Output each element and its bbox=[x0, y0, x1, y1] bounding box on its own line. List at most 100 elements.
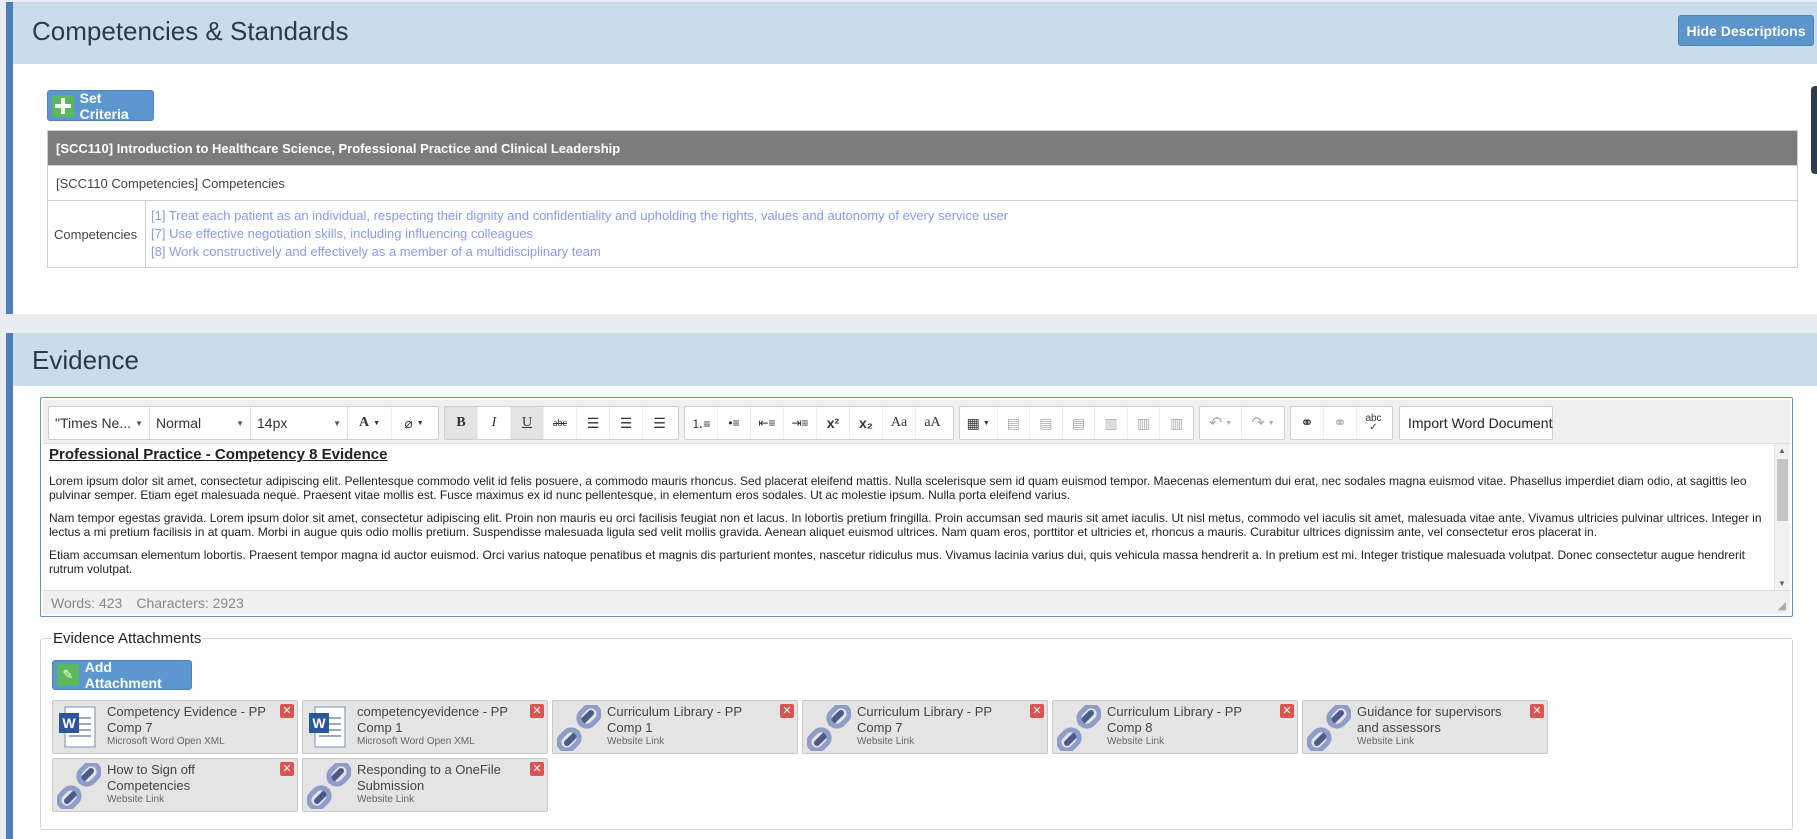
undo-icon[interactable]: ↶ ▼ bbox=[1200, 407, 1242, 439]
attachment-title: Competency Evidence - PP Comp 7 bbox=[107, 704, 266, 735]
remove-attachment-icon[interactable]: ✕ bbox=[280, 704, 294, 718]
attachment-card[interactable]: Curriculum Library - PP Comp 7 Website Li… bbox=[802, 700, 1048, 754]
import-group: Import Word Document bbox=[1399, 406, 1553, 440]
scroll-down-icon[interactable]: ▼ bbox=[1778, 579, 1786, 588]
link-chain-icon bbox=[306, 761, 352, 811]
bullet-list-icon[interactable]: •≡ bbox=[718, 407, 751, 439]
remove-attachment-icon[interactable]: ✕ bbox=[280, 762, 294, 776]
competency-table: [SCC110] Introduction to Healthcare Scie… bbox=[47, 130, 1798, 268]
side-drawer-tab[interactable] bbox=[1811, 86, 1817, 174]
outdent-icon[interactable]: ⇤≡ bbox=[751, 407, 784, 439]
scroll-up-icon[interactable]: ▲ bbox=[1778, 446, 1786, 455]
hide-descriptions-button[interactable]: Hide Descriptions bbox=[1678, 15, 1814, 46]
attachment-name: Curriculum Library - PP Comp 8 Website Li… bbox=[1107, 704, 1275, 748]
remove-attachment-icon[interactable]: ✕ bbox=[780, 704, 794, 718]
attachment-card[interactable]: W Competency Evidence - PP Comp 7 Microsof… bbox=[52, 700, 298, 754]
table-row-icon[interactable]: ▤ bbox=[998, 407, 1031, 439]
align-center-icon[interactable]: ☰ bbox=[610, 407, 643, 439]
scrollbar-thumb[interactable] bbox=[1777, 459, 1788, 521]
history-group: ↶ ▼ ↷ ▼ bbox=[1199, 406, 1285, 440]
attachment-card[interactable]: Wcompetencyevidence - PP Comp 1 Microsoft… bbox=[302, 700, 548, 754]
spellcheck-icon[interactable]: abc ✓ bbox=[1357, 407, 1390, 439]
underline-icon[interactable]: U bbox=[511, 407, 544, 439]
attachment-name: Responding to a OneFile Submission Websit… bbox=[357, 762, 525, 806]
resize-handle-icon[interactable]: ◢ bbox=[1778, 599, 1786, 612]
competencies-panel: Competencies & Standards Hide Descriptio… bbox=[6, 2, 1817, 314]
remove-attachment-icon[interactable]: ✕ bbox=[1530, 704, 1544, 718]
competency-list-row: Competencies [1] Treat each patient as a… bbox=[47, 200, 1798, 268]
table-column-icon[interactable]: ▥ bbox=[1095, 407, 1128, 439]
attachment-type: Website Link bbox=[857, 736, 915, 747]
import-word-document-button[interactable]: Import Word Document bbox=[1400, 415, 1560, 431]
lowercase-icon[interactable]: aA bbox=[916, 407, 949, 439]
format-select[interactable]: Normal ▼ bbox=[150, 407, 251, 439]
redo-icon[interactable]: ↷ ▼ bbox=[1242, 407, 1284, 439]
subscript-icon[interactable]: x₂ bbox=[850, 407, 883, 439]
word-document-icon: W bbox=[57, 705, 101, 751]
attachment-type: Website Link bbox=[1357, 736, 1415, 747]
table-row-icon[interactable]: ▤ bbox=[1030, 407, 1063, 439]
table-column-icon[interactable]: ▥ bbox=[1128, 407, 1161, 439]
add-attachment-label: Add Attachment bbox=[84, 659, 162, 691]
evidence-heading: Professional Practice - Competency 8 Evi… bbox=[49, 446, 388, 463]
font-size-select[interactable]: 14px ▼ bbox=[251, 407, 348, 439]
unit-header-row: [SCC110] Introduction to Healthcare Scie… bbox=[47, 130, 1798, 166]
attachment-type: Website Link bbox=[357, 794, 415, 805]
chevron-down-icon: ▼ bbox=[333, 418, 341, 428]
remove-attachment-icon[interactable]: ✕ bbox=[1280, 704, 1294, 718]
remove-attachment-icon[interactable]: ✕ bbox=[1030, 704, 1044, 718]
align-right-icon[interactable]: ☰ bbox=[643, 407, 676, 439]
unlink-icon[interactable]: ⚭ bbox=[1324, 407, 1357, 439]
attachment-title: Curriculum Library - PP Comp 8 bbox=[1107, 704, 1242, 735]
plus-icon bbox=[52, 94, 74, 117]
table-row-icon[interactable]: ▤ bbox=[1063, 407, 1096, 439]
format-value: Normal bbox=[156, 415, 202, 431]
font-size-value: 14px bbox=[257, 415, 288, 431]
table-icon[interactable]: ▦ ▼ bbox=[960, 407, 998, 439]
attachment-title: Guidance for supervisors and assessors bbox=[1357, 704, 1502, 735]
table-column-icon[interactable]: ▥ bbox=[1160, 407, 1193, 439]
attachment-card[interactable]: Curriculum Library - PP Comp 1 Website Li… bbox=[552, 700, 798, 754]
add-attachment-button[interactable]: ✎ Add Attachment bbox=[52, 659, 192, 691]
italic-icon[interactable]: I bbox=[478, 407, 511, 439]
remove-attachment-icon[interactable]: ✕ bbox=[530, 762, 544, 776]
attachment-name: competencyevidence - PP Comp 1 Microsoft … bbox=[357, 704, 525, 748]
attachment-card[interactable]: How to Sign off Competencies Website Link… bbox=[52, 758, 298, 812]
ordered-list-icon[interactable]: ⒈≡ bbox=[685, 407, 718, 439]
font-select-group: "Times Ne... ▼ Normal ▼ 14px ▼ A ▼ ⌀ ▼ bbox=[48, 406, 439, 440]
attachment-card[interactable]: Responding to a OneFile Submission Websit… bbox=[302, 758, 548, 812]
set-criteria-label: Set Criteria bbox=[79, 89, 129, 122]
attachment-name: Competency Evidence - PP Comp 7 Microsoft… bbox=[107, 704, 275, 748]
svg-text:W: W bbox=[312, 715, 326, 731]
list-group: ⒈≡ •≡ ⇤≡ ⇥≡ x² x₂ Aa aA bbox=[684, 406, 954, 440]
highlight-icon[interactable]: ⌀ ▼ bbox=[392, 407, 436, 439]
link-icon[interactable]: ⚭ bbox=[1291, 407, 1324, 439]
editor-content[interactable]: Professional Practice - Competency 8 Evi… bbox=[43, 444, 1774, 590]
editor-scrollbar[interactable]: ▲ ▼ bbox=[1774, 444, 1790, 590]
attachment-title: How to Sign off Competencies bbox=[107, 762, 195, 793]
font-family-value: "Times Ne... bbox=[55, 415, 132, 431]
font-family-select[interactable]: "Times Ne... ▼ bbox=[49, 407, 150, 439]
remove-attachment-icon[interactable]: ✕ bbox=[530, 704, 544, 718]
competency-item[interactable]: [1] Treat each patient as an individual,… bbox=[151, 207, 1792, 225]
attachments-legend: Evidence Attachments bbox=[53, 630, 202, 647]
capitalize-icon[interactable]: Aa bbox=[883, 407, 916, 439]
attachment-card[interactable]: Guidance for supervisors and assessors We… bbox=[1302, 700, 1548, 754]
set-criteria-button[interactable]: Set Criteria bbox=[47, 89, 154, 122]
competency-item[interactable]: [8] Work constructively and effectively … bbox=[151, 243, 1792, 261]
group-header: [SCC110 Competencies] Competencies bbox=[47, 165, 1798, 201]
attachment-card[interactable]: Curriculum Library - PP Comp 8 Website Li… bbox=[1052, 700, 1298, 754]
align-left-icon[interactable]: ☰ bbox=[577, 407, 610, 439]
indent-icon[interactable]: ⇥≡ bbox=[784, 407, 817, 439]
attachment-type: Microsoft Word Open XML bbox=[357, 736, 475, 747]
superscript-icon[interactable]: x² bbox=[817, 407, 850, 439]
evidence-paragraph: Lorem ipsum dolor sit amet, consectetur … bbox=[49, 474, 1747, 502]
attachment-name: How to Sign off Competencies Website Link bbox=[107, 762, 275, 806]
attachment-title: Curriculum Library - PP Comp 7 bbox=[857, 704, 992, 735]
font-color-icon[interactable]: A ▼ bbox=[348, 407, 392, 439]
attachment-name: Guidance for supervisors and assessors We… bbox=[1357, 704, 1525, 748]
attachment-type: Website Link bbox=[607, 736, 665, 747]
bold-icon[interactable]: B bbox=[445, 407, 478, 439]
strikethrough-icon[interactable]: abc bbox=[544, 407, 577, 439]
competency-item[interactable]: [7] Use effective negotiation skills, in… bbox=[151, 225, 1792, 243]
